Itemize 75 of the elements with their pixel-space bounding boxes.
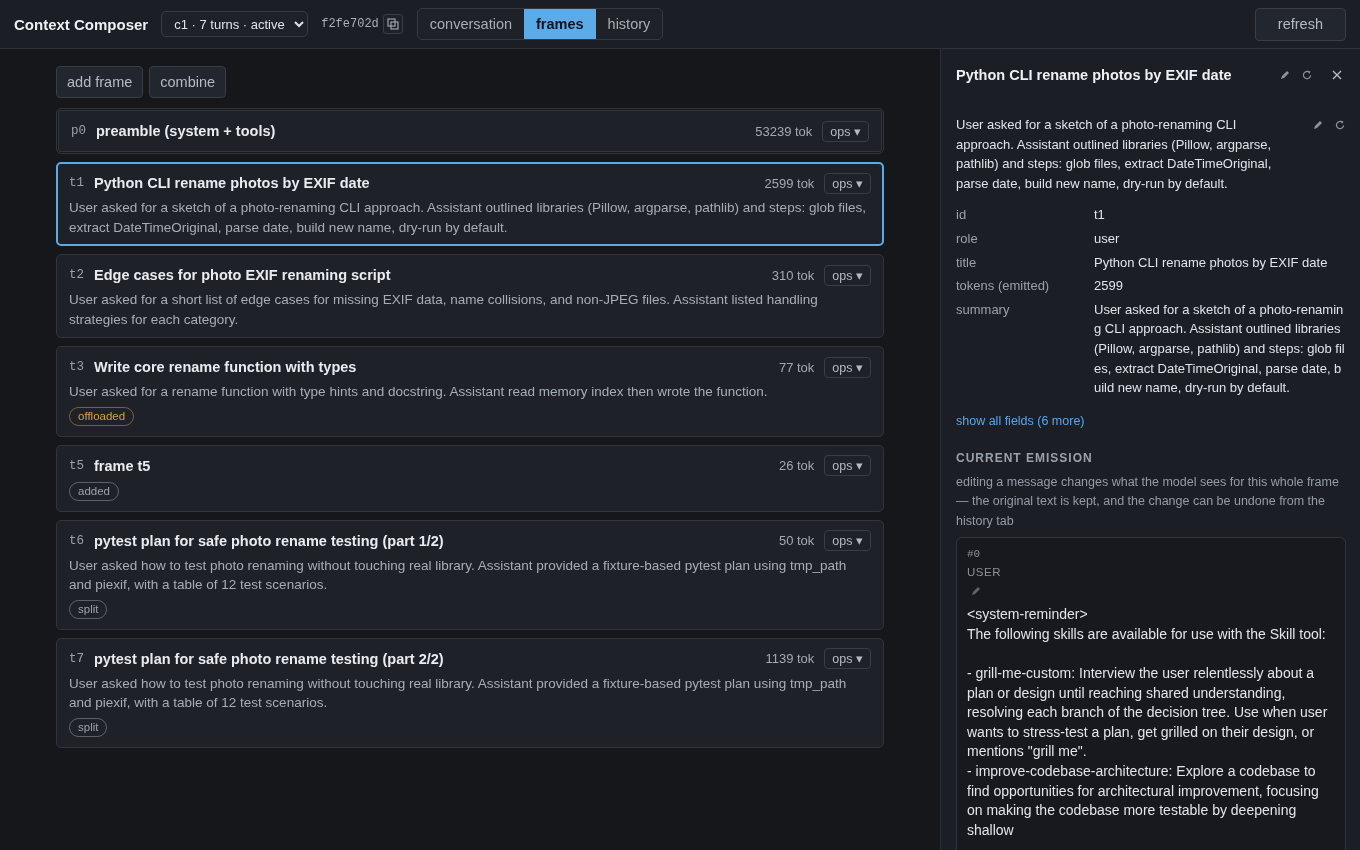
frame-title: Python CLI rename photos by EXIF date — [94, 175, 371, 191]
frame-id: t1 — [69, 176, 84, 190]
panel-summary: User asked for a sketch of a photo-renaming CLI approach. Assistant outlined libraries (Pillow, argparse, pathlib) and steps: glob files, extract DateTimeOriginal, parse date, build new name, dry-run by default. — [956, 116, 1273, 193]
conversation-select[interactable]: c1 · 7 turns · active — [161, 11, 309, 37]
frame-summary: User asked for a rename function with type hints and docstring. Assistant read memory index then wrote the function. — [69, 383, 769, 401]
panel-title: Python CLI rename photos by EXIF date — [956, 67, 1233, 83]
ops-button[interactable]: ops ▾ — [824, 356, 871, 378]
copy-button[interactable] — [382, 14, 403, 34]
token-count: 53239 tok — [755, 123, 813, 139]
pencil-icon[interactable] — [1279, 69, 1291, 81]
pencil-icon[interactable] — [1312, 119, 1324, 131]
pencil-icon[interactable] — [970, 585, 982, 598]
tab[interactable]: history — [595, 9, 663, 39]
ops-button[interactable]: ops ▾ — [824, 455, 871, 476]
ops-button[interactable]: ops ▾ — [822, 120, 869, 142]
field-value: Python CLI rename photos by EXIF date — [1094, 253, 1329, 272]
frame-id: p0 — [71, 124, 86, 138]
field-label: tokens (emitted) — [956, 277, 1051, 296]
copy-icon — [386, 18, 399, 30]
emission-note: editing a message changes what the model sees for this whole frame — the original text is kept, and the change can be undone from the history tab — [956, 473, 1340, 530]
frame-card[interactable] — [56, 637, 884, 748]
commit-hash: f2fe702d — [321, 17, 379, 31]
field-value: user — [1094, 229, 1121, 248]
ops-button[interactable]: ops ▾ — [824, 530, 871, 551]
ops-button[interactable]: ops ▾ — [824, 264, 871, 286]
field-value: t1 — [1094, 206, 1106, 225]
ops-button[interactable]: ops ▾ — [824, 172, 871, 194]
frame-id: t3 — [69, 360, 84, 374]
refresh-icon[interactable] — [1334, 119, 1346, 131]
frame-title: preamble (system + tools) — [96, 123, 277, 139]
token-count: 1139 tok — [765, 651, 815, 666]
frame-title: frame t5 — [94, 457, 152, 474]
token-count: 77 tok — [778, 359, 815, 375]
show-all-fields-link[interactable]: show all fields (6 more) — [956, 413, 1085, 428]
message-index: #0 — [967, 547, 981, 563]
refresh-button[interactable]: refresh — [1254, 7, 1346, 41]
tab[interactable]: frames — [524, 9, 596, 39]
frame-id: t6 — [69, 533, 84, 548]
frame-card[interactable]: t3 Write core rename function with types 77 tok ops ▾ User asked for a rename function with type hints and docstring. Assistant read memory index then wrote the function. offloaded — [56, 346, 884, 437]
frame-card[interactable]: t5 frame t5 26 tok ops ▾ added — [56, 444, 884, 512]
frame-card[interactable]: p0 preamble (system + tools) 53239 tok ops ▾ — [56, 108, 884, 154]
frame-summary: User asked how to test photo renaming without touching real library. Assistant provided a fixture-based pytest plan using tmp_path and piexif, with a table of 12 test scenarios. — [69, 556, 848, 594]
frame-id: t2 — [69, 268, 84, 282]
frame-title: Edge cases for photo EXIF renaming script — [94, 267, 392, 283]
frame-id: t5 — [69, 458, 84, 473]
frame-card[interactable] — [56, 162, 884, 246]
frame-card[interactable] — [56, 519, 884, 630]
action-button[interactable]: combine — [149, 66, 227, 98]
frame-card[interactable] — [56, 254, 884, 338]
field-label: title — [956, 253, 978, 272]
message-role: USER — [967, 565, 1001, 581]
app-title: Context Composer — [14, 15, 149, 33]
field-value: 2599 — [1094, 277, 1124, 296]
token-count: 2599 tok — [764, 175, 815, 191]
field-label: summary — [956, 300, 1011, 319]
action-button[interactable]: add frame — [56, 66, 144, 98]
frame-summary: User asked how to test photo renaming without touching real library. Assistant provided a fixture-based pytest plan using tmp_path and piexif, with a table of 12 test scenarios. — [69, 674, 848, 712]
token-count: 26 tok — [778, 458, 815, 473]
section-heading: CURRENT EMISSION — [956, 450, 1094, 465]
frame-title: Write core rename function with types — [94, 359, 358, 375]
token-count: 310 tok — [771, 267, 815, 283]
frame-summary: User asked for a sketch of a photo-renaming CLI approach. Assistant outlined libraries (Pillow, argparse, pathlib) and steps: glob files, extract DateTimeOriginal, parse date, build new name, dry-run by default. — [69, 199, 867, 237]
close-icon[interactable] — [1331, 69, 1343, 81]
frame-summary: User asked for a short list of edge cases for missing EXIF data, name collisions, and non-JPEG files. Assistant listed handling strategies for each category. — [69, 291, 819, 329]
frame-id: t7 — [69, 651, 84, 666]
ops-button[interactable]: ops ▾ — [824, 648, 871, 669]
field-label: role — [956, 229, 979, 248]
message-text: <system-reminder> The following skills are available for use with the Skill tool: - grill-me-custom: Interview the user relentlessly about a plan or design until reaching shared understanding, resolving each branch of the decision tree. Use when user wants to stress-test a plan, get grilled on their design, or mentions "grill me". - improve-codebase-architecture: Explore a codebase to find opportunities for architectural improvement, focusing on making the codebase more testable by deepening shallow — [967, 605, 1329, 840]
refresh-icon[interactable] — [1301, 69, 1313, 81]
frame-title: pytest plan for safe photo rename testing (part 2/2) — [94, 650, 445, 667]
token-count: 50 tok — [778, 533, 815, 548]
frame-title: pytest plan for safe photo rename testing (part 1/2) — [94, 532, 445, 549]
tab[interactable]: conversation — [417, 9, 524, 39]
field-label: id — [956, 206, 968, 225]
field-value: User asked for a sketch of a photo-renaming CLI approach. Assistant outlined libraries (Pillow, argparse, pathlib) and steps: glob files, extract DateTimeOriginal, parse date, build new name, dry-run by default. — [1094, 300, 1346, 398]
